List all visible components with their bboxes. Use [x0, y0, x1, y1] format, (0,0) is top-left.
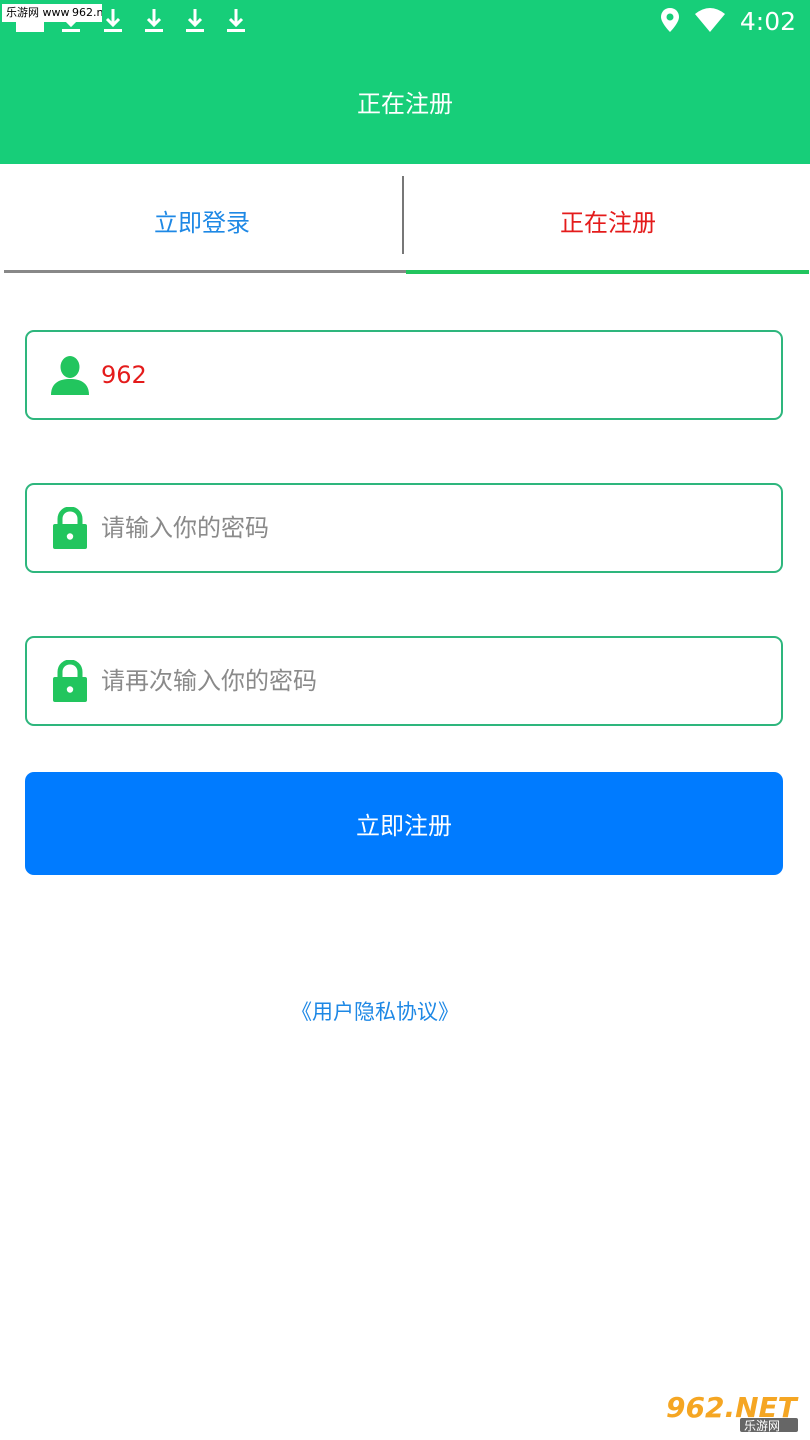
lock-icon — [49, 659, 91, 702]
watermark-label: 乐游网 www.962.net — [2, 4, 102, 22]
auth-tabs: 立即登录 正在注册 — [0, 164, 810, 276]
password-input[interactable] — [101, 485, 761, 571]
wifi-icon — [694, 7, 726, 37]
confirm-password-field — [25, 636, 783, 726]
user-icon — [49, 354, 91, 396]
download-icon — [103, 8, 123, 34]
register-screen: 乐游网 www.962.net — [0, 0, 810, 1440]
password-field — [25, 483, 783, 573]
tab-underline-register — [406, 270, 809, 274]
tab-underline-login — [4, 270, 406, 273]
download-icon — [185, 8, 205, 34]
notification-icon — [16, 22, 44, 32]
tab-divider — [402, 176, 404, 254]
status-right: 4:02 — [660, 6, 796, 38]
watermark-logo: 962.NET 乐游网 — [664, 1390, 802, 1433]
username-field — [25, 330, 783, 420]
download-icon — [144, 8, 164, 34]
tab-register[interactable]: 正在注册 — [406, 164, 810, 276]
confirm-password-input[interactable] — [101, 638, 761, 724]
username-input[interactable] — [101, 332, 761, 418]
page-title: 正在注册 — [357, 90, 453, 118]
watermark-logo-sub: 乐游网 — [744, 1419, 780, 1432]
status-bar: 乐游网 www.962.net — [0, 0, 810, 46]
download-icon — [226, 8, 246, 34]
lock-icon — [49, 506, 91, 549]
tab-login[interactable]: 立即登录 — [0, 164, 404, 276]
download-icon — [61, 8, 81, 34]
privacy-policy-link[interactable]: 《用户隐私协议》 — [0, 990, 750, 1034]
status-time: 4:02 — [739, 7, 796, 36]
location-icon — [660, 7, 680, 37]
register-button[interactable]: 立即注册 — [25, 772, 783, 875]
app-header: 乐游网 www.962.net — [0, 0, 810, 164]
